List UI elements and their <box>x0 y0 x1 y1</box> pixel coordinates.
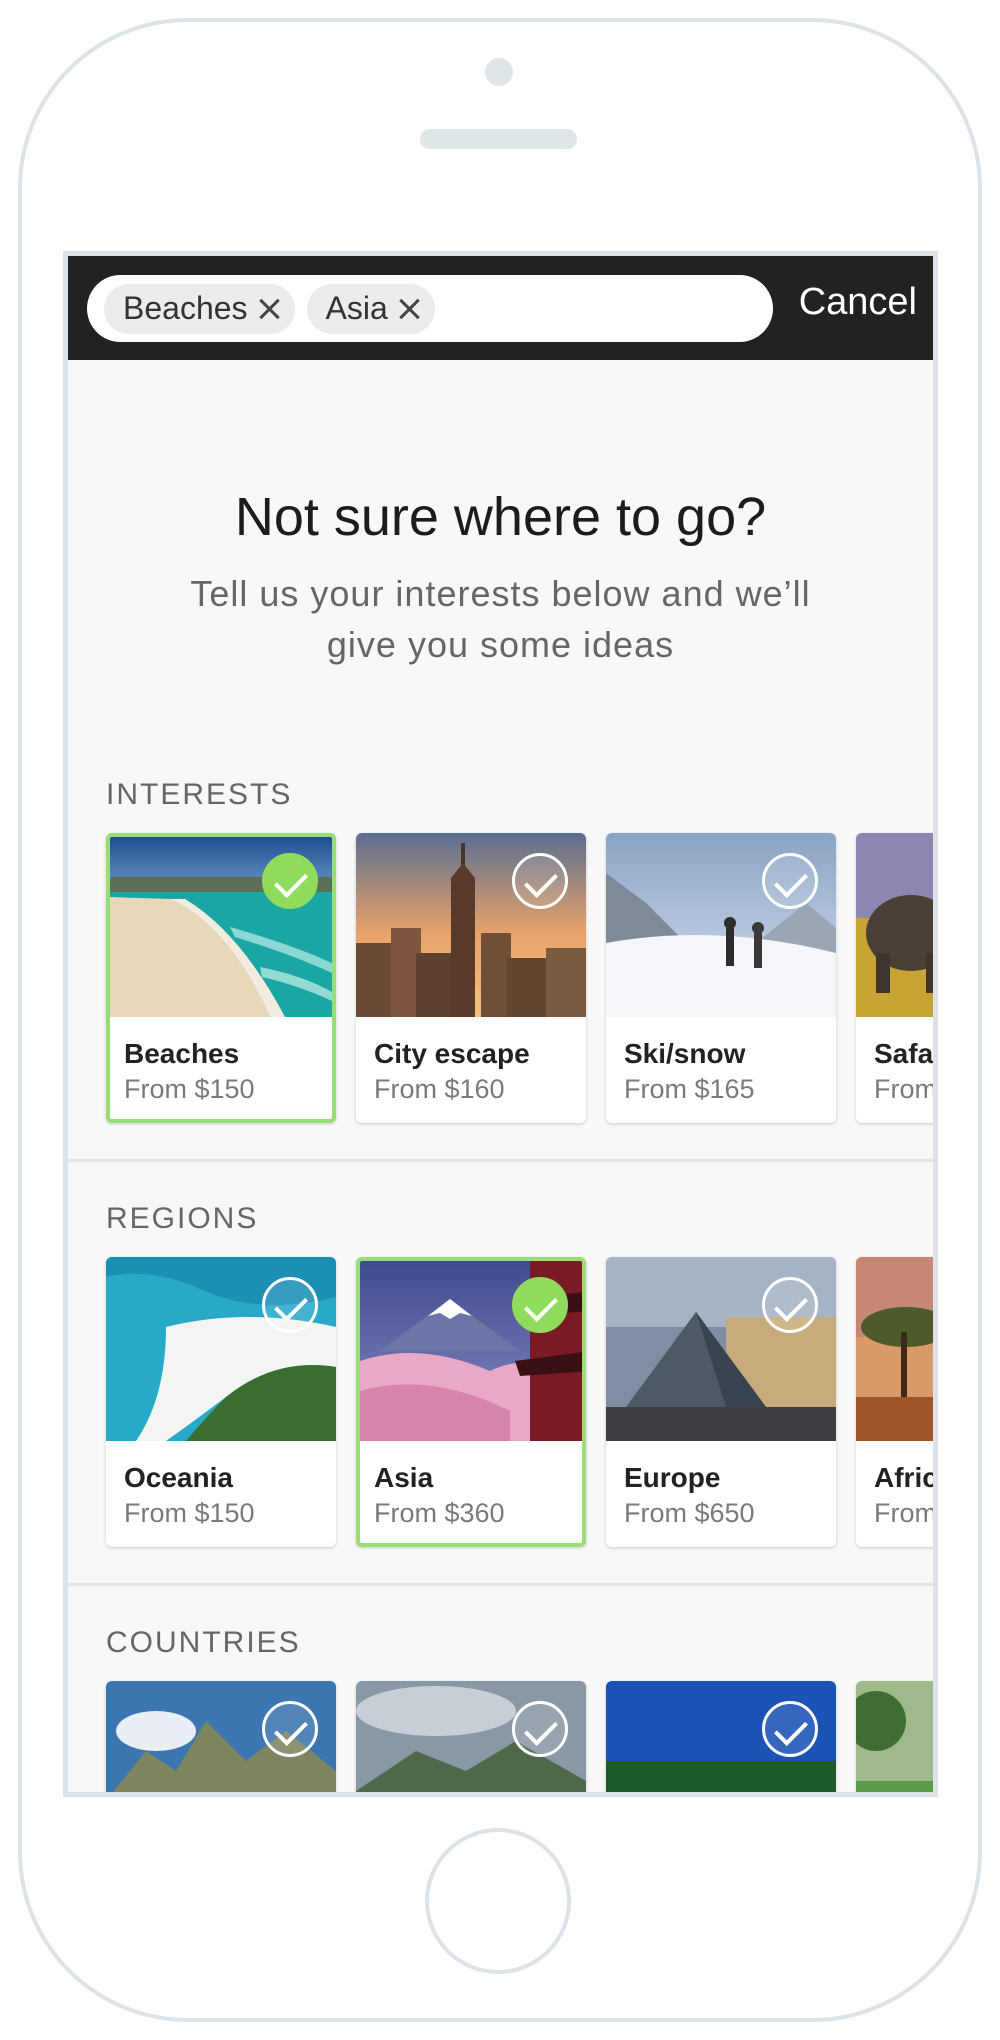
country-card[interactable] <box>856 1681 933 1792</box>
section-divider <box>68 1159 933 1162</box>
page-title: Not sure where to go? <box>234 487 767 547</box>
section-label-regions: REGIONS <box>106 1202 259 1235</box>
card-price: From <box>874 1074 937 1104</box>
section-label-interests: INTERESTS <box>106 778 293 811</box>
page-subtitle: Tell us your interests below and we’ll g… <box>190 573 811 665</box>
checkmark-icon[interactable] <box>262 1701 318 1757</box>
card-oceania[interactable]: Oceania From $150 <box>106 1257 336 1547</box>
chip-label: Beaches <box>123 290 248 326</box>
checkmark-icon[interactable] <box>262 853 318 909</box>
card-safari[interactable]: Safa From <box>856 833 937 1123</box>
card-title: Asia <box>374 1462 434 1493</box>
card-price: From <box>874 1498 937 1528</box>
card-price: From $160 <box>374 1074 505 1104</box>
checkmark-icon[interactable] <box>262 1277 318 1333</box>
checkmark-icon[interactable] <box>512 1277 568 1333</box>
card-europe[interactable]: Europe From $650 <box>606 1257 836 1547</box>
card-beaches[interactable]: Beaches From $150 <box>106 833 336 1123</box>
close-icon[interactable] <box>396 296 422 322</box>
filter-chip-asia[interactable]: Asia <box>306 283 435 334</box>
card-title: Beaches <box>124 1038 240 1069</box>
elephant-photo <box>856 833 933 1017</box>
chip-label: Asia <box>325 290 388 326</box>
card-title: Europe <box>624 1462 721 1493</box>
country-card[interactable] <box>356 1681 586 1792</box>
card-price: From $150 <box>124 1498 255 1528</box>
card-title: City escape <box>374 1038 530 1069</box>
country-card[interactable] <box>106 1681 336 1792</box>
cancel-button[interactable]: Cancel <box>799 281 917 324</box>
card-africa[interactable]: Afric From <box>856 1257 938 1547</box>
card-asia[interactable]: Asia From $360 <box>356 1257 586 1547</box>
checkmark-icon[interactable] <box>762 1277 818 1333</box>
section-label-countries: COUNTRIES <box>106 1626 301 1659</box>
card-title: Ski/snow <box>624 1038 746 1069</box>
section-divider <box>68 1583 933 1586</box>
app-screen: Beaches Asia Cancel Not sure where to go… <box>63 251 938 1797</box>
search-input[interactable]: Beaches Asia <box>87 275 773 342</box>
card-price: From $650 <box>624 1498 755 1528</box>
africa-photo <box>856 1257 933 1441</box>
card-title: Afric <box>874 1462 938 1493</box>
close-icon[interactable] <box>256 296 282 322</box>
checkmark-icon[interactable] <box>762 853 818 909</box>
checkmark-icon[interactable] <box>762 1701 818 1757</box>
home-button[interactable] <box>425 1828 571 1974</box>
checkmark-icon[interactable] <box>512 1701 568 1757</box>
speaker-grille <box>420 129 577 149</box>
camera-dot <box>485 58 513 86</box>
card-ski-snow[interactable]: Ski/snow From $165 <box>606 833 836 1123</box>
card-price: From $360 <box>374 1498 505 1528</box>
filter-chip-beaches[interactable]: Beaches <box>104 283 295 334</box>
card-title: Oceania <box>124 1462 233 1493</box>
card-city-escape[interactable]: City escape From $160 <box>356 833 586 1123</box>
card-price: From $165 <box>624 1074 755 1104</box>
garden-photo <box>856 1681 933 1792</box>
checkmark-icon[interactable] <box>512 853 568 909</box>
search-bar: Beaches Asia Cancel <box>68 256 933 360</box>
card-price: From $150 <box>124 1074 255 1104</box>
card-title: Safa <box>874 1038 934 1069</box>
country-card[interactable] <box>606 1681 836 1792</box>
